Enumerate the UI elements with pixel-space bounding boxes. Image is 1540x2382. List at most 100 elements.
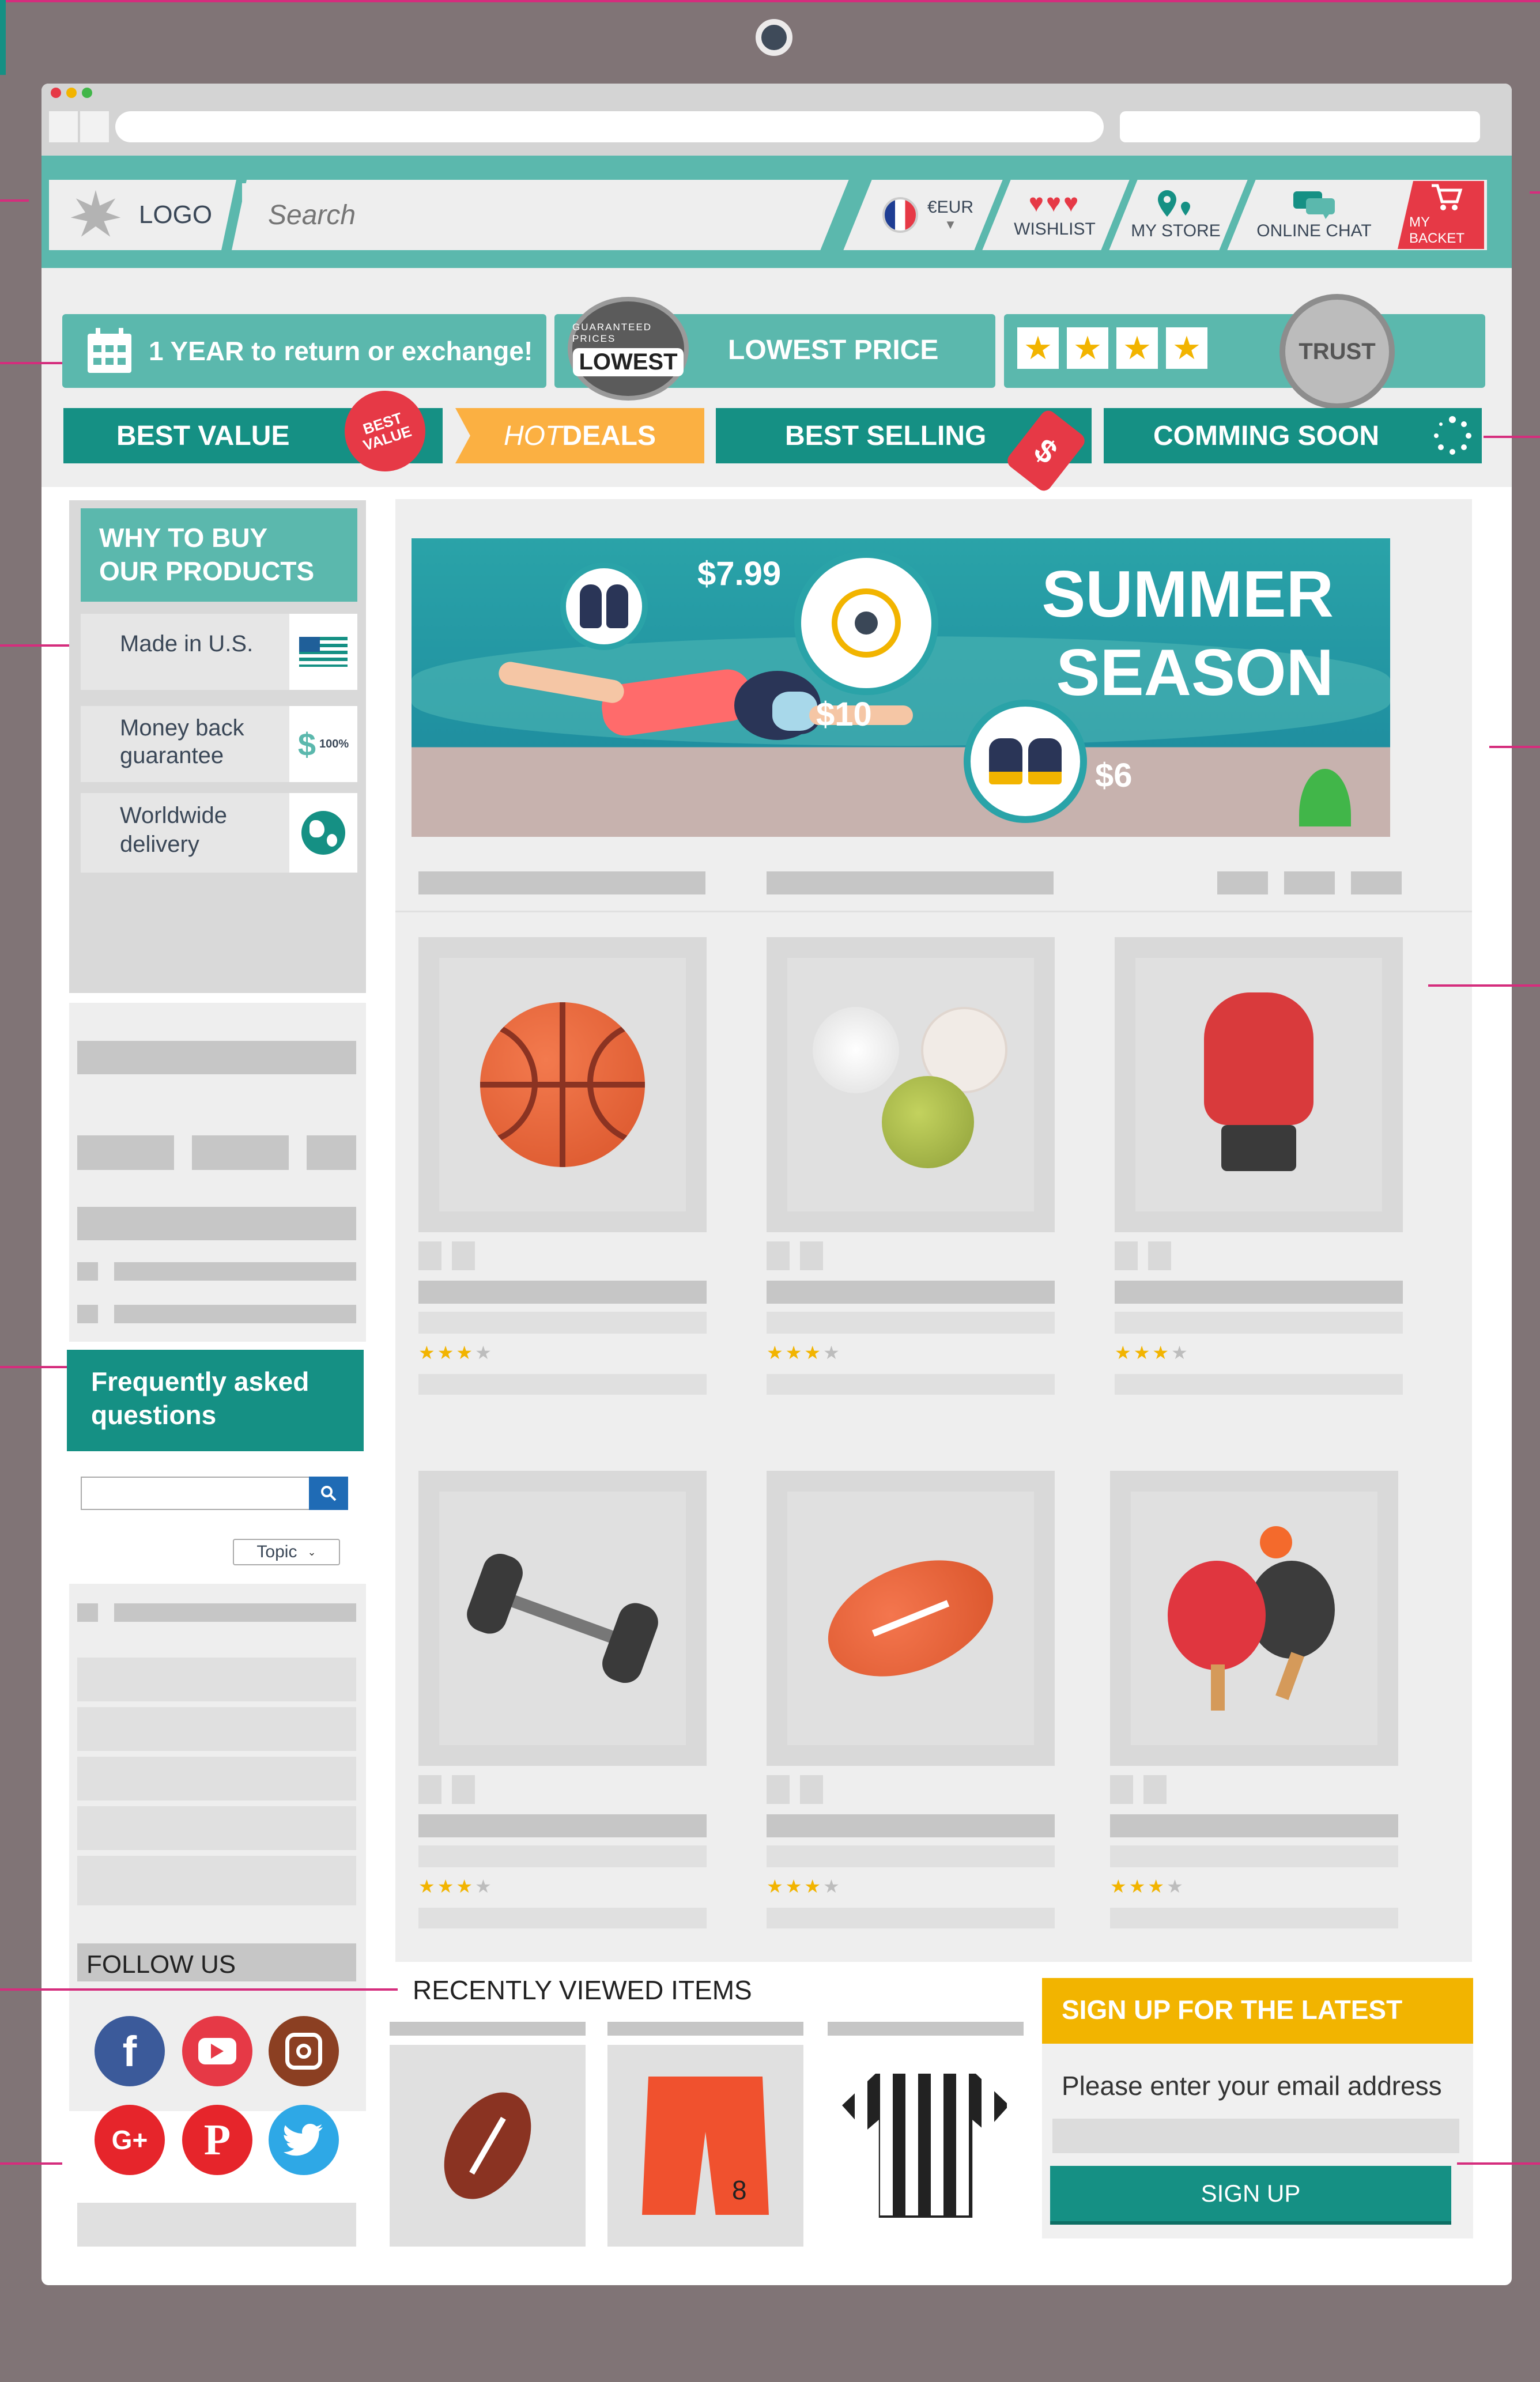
star-icon: ★ [767,1876,786,1897]
star-icon: ★ [785,1342,805,1363]
instagram-icon[interactable] [269,2016,339,2086]
globe-icon [301,811,345,855]
currency-selector[interactable]: €EUR ▼ [870,183,986,247]
search-input[interactable] [242,183,830,247]
product-card[interactable]: ★★★★ [418,937,707,1395]
email-field[interactable] [1052,2119,1459,2153]
hearts-icon: ♥♥♥ [1028,189,1081,217]
star-icon: ★ [1167,1876,1186,1897]
american-football-icon [811,1538,1010,1699]
money-back-icon: $ [297,726,316,762]
hero-banner[interactable]: $7.99 $10 $6 SUMMER SEASON [412,538,1390,837]
dumbbell-icon [456,1532,669,1704]
product-card[interactable]: ★★★★ [767,937,1055,1395]
tab-coming-soon[interactable]: COMMING SOON [1104,408,1482,463]
youtube-icon[interactable] [182,2016,252,2086]
faq-search-input[interactable] [81,1477,311,1510]
back-button[interactable] [49,111,78,142]
maximize-dot[interactable] [82,88,92,98]
starburst-icon [70,190,121,237]
star-icon: ★ [1148,1876,1167,1897]
calendar-icon [88,328,131,373]
product-image[interactable] [787,1492,1034,1745]
product-rating: ★★★★ [767,1342,842,1364]
star-icon: ★ [1017,327,1059,369]
product-image[interactable] [439,1492,686,1745]
logo-label: LOGO [138,201,213,229]
faq-search-button[interactable] [309,1477,348,1510]
my-store-link[interactable]: MY STORE [1124,183,1228,247]
why-item-worldwide[interactable]: Worldwide delivery [81,793,357,873]
chevron-down-icon: ⌄ [307,1546,316,1558]
flippers-icon [560,563,648,650]
product-image[interactable] [1131,1492,1377,1745]
star-icon: ★ [1116,327,1158,369]
football-icon [426,2077,549,2215]
balls-icon [813,1001,1009,1168]
pinterest-icon[interactable]: P [182,2105,252,2175]
return-banner[interactable]: 1 YEAR to return or exchange! [62,314,546,388]
basketball-icon [480,1002,645,1167]
product-image[interactable] [787,958,1034,1211]
price-2: $10 [816,696,872,733]
topic-select[interactable]: Topic ⌄ [233,1539,340,1565]
nav-label: ONLINE CHAT [1256,221,1372,240]
product-card[interactable]: ★★★★ [1110,1471,1398,1928]
facebook-icon[interactable]: f [95,2016,165,2086]
logo[interactable]: LOGO [53,183,229,247]
follow-us-title: FOLLOW US [77,1943,356,1981]
signup-button[interactable]: SIGN UP [1050,2166,1451,2221]
lowest-price-label: LOWEST PRICE [728,335,939,365]
faq-title[interactable]: Frequently asked questions [67,1350,364,1451]
france-flag-icon [882,197,918,233]
minimize-dot[interactable] [66,88,77,98]
star-icon: ★ [418,1876,437,1897]
wishlist-link[interactable]: ♥♥♥ WISHLIST [997,183,1112,247]
star-icon: ★ [1171,1342,1190,1363]
return-label: 1 YEAR to return or exchange! [149,336,533,366]
twitter-icon[interactable] [269,2105,339,2175]
star-icon: ★ [804,1876,824,1897]
why-item-money-back[interactable]: Money back guarantee $100% [81,706,357,782]
address-bar[interactable] [115,111,1104,142]
star-icon: ★ [1110,1876,1129,1897]
star-icon: ★ [437,1876,456,1897]
product-card[interactable]: ★★★★ [767,1471,1055,1928]
why-item-made-in-us[interactable]: Made in U.S. [81,614,357,690]
tab-hot-deals[interactable]: HOTDEALS [455,408,704,463]
chat-bubbles-icon [1293,191,1335,219]
product-card[interactable]: ★★★★ [1115,937,1403,1395]
cart-icon [1432,184,1463,210]
online-chat-link[interactable]: ONLINE CHAT [1245,183,1383,247]
signup-title: SIGN UP FOR THE LATEST [1042,1978,1473,2044]
star-icon: ★ [475,1876,494,1897]
star-icon: ★ [456,1342,475,1363]
star-icon: ★ [767,1342,786,1363]
loading-spinner-icon [1434,416,1471,455]
star-icon: ★ [456,1876,475,1897]
trust-seal-icon: TRUST [1279,294,1395,409]
product-image[interactable] [1135,958,1382,1211]
recent-item-referee[interactable] [828,2045,1024,2247]
price-1: $7.99 [697,555,782,592]
forward-button[interactable] [80,111,109,142]
recent-item-football[interactable] [390,2045,586,2247]
referee-shirt-icon [842,2074,1009,2218]
star-icon: ★ [418,1342,437,1363]
why-buy-title: WHY TO BUY OUR PRODUCTS [81,508,357,602]
map-pin-icon [1158,190,1190,217]
product-rating: ★★★★ [418,1342,494,1364]
star-icon: ★ [1115,1342,1134,1363]
close-dot[interactable] [51,88,61,98]
star-icon: ★ [1067,327,1108,369]
product-image[interactable] [439,958,686,1211]
currency-label: €EUR [927,198,974,217]
product-card[interactable]: ★★★★ [418,1471,707,1928]
star-icon: ★ [1133,1342,1153,1363]
nav-label: MY BACKET [1409,214,1465,246]
star-icon: ★ [1166,327,1207,369]
google-plus-icon[interactable]: G+ [95,2105,165,2175]
ping-pong-icon [1168,1526,1341,1711]
browser-search-bar[interactable] [1120,111,1480,142]
recent-item-shorts[interactable]: 8 [607,2045,803,2247]
